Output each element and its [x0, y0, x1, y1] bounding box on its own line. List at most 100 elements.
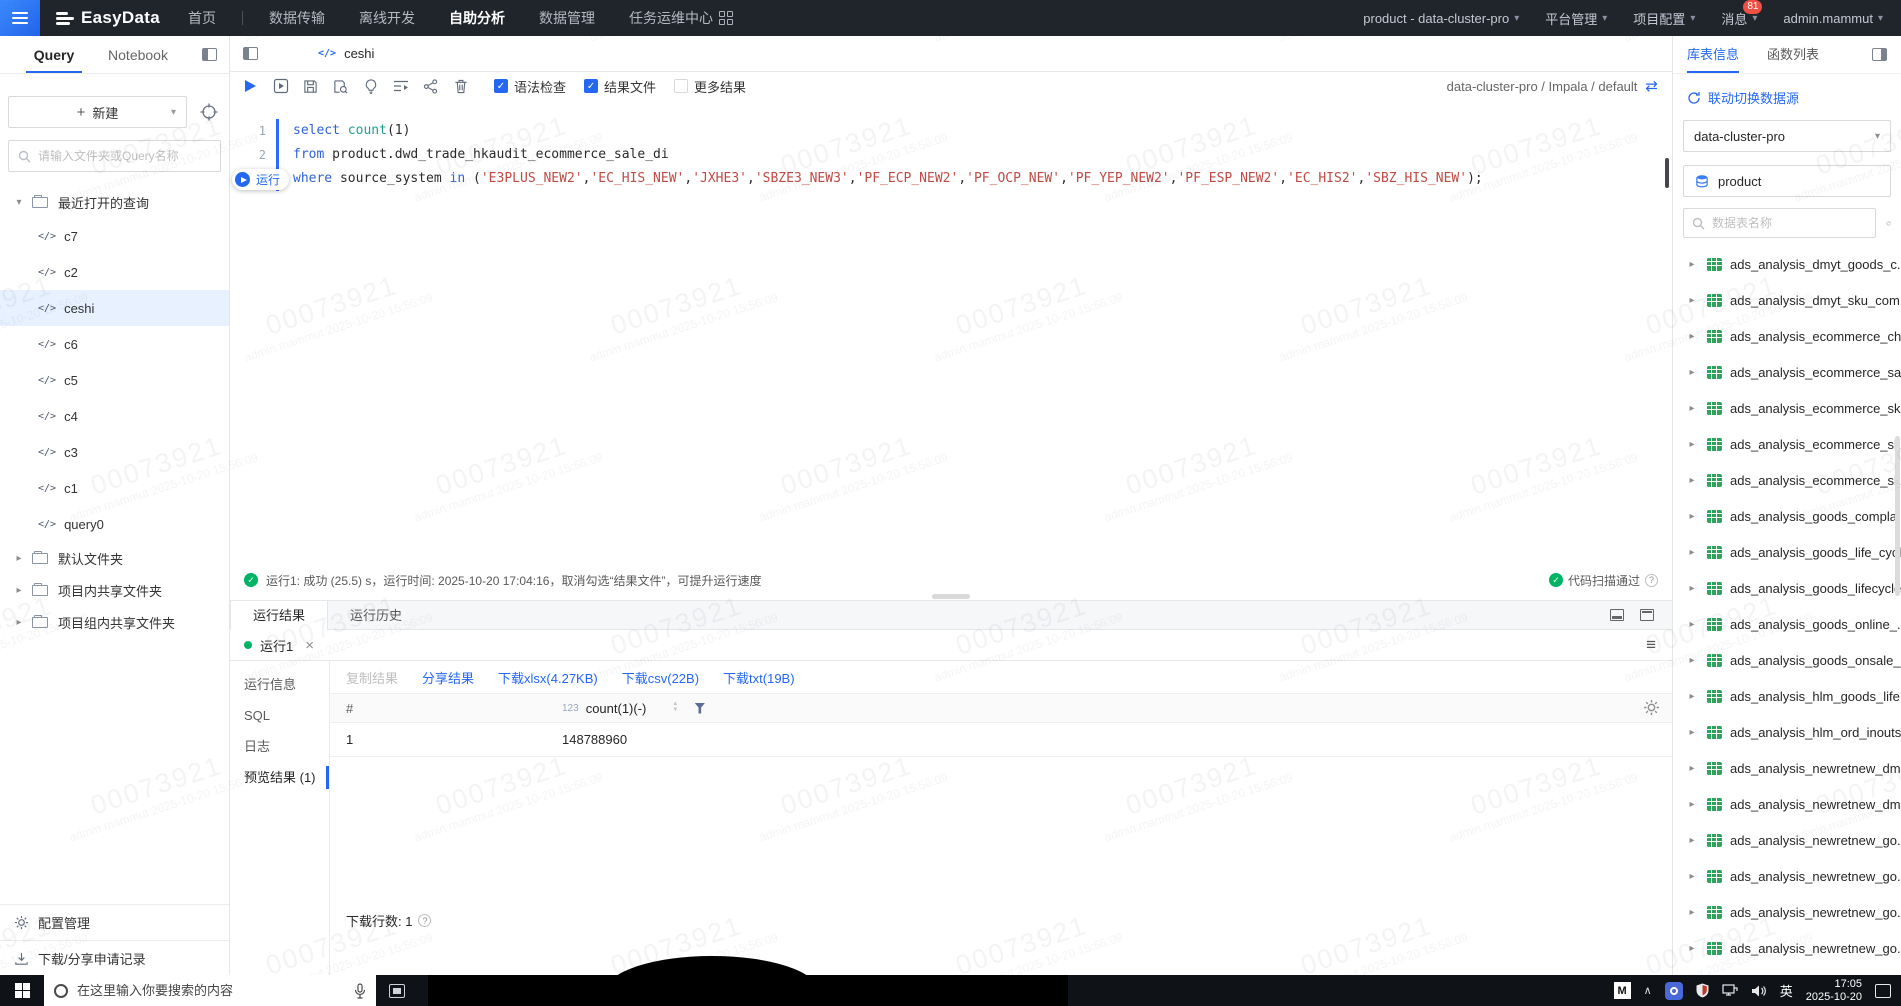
table-settings-gear-icon[interactable] [1643, 699, 1660, 716]
sidebar-folder-item[interactable]: ▸ 项目组内共享文件夹 [0, 606, 229, 638]
topnav-item[interactable]: 数据传输 [269, 8, 325, 28]
results-action-link[interactable]: 下载xlsx(4.27KB) [498, 668, 598, 687]
topnav-item[interactable]: 离线开发 [359, 8, 415, 28]
run-instance-label[interactable]: 运行1 [260, 636, 293, 655]
table-list-item[interactable]: ▸ ads_analysis_dmyt_sku_com... [1673, 282, 1901, 318]
results-menu-item[interactable]: 日志 [230, 731, 329, 762]
table-list-item[interactable]: ▸ ads_analysis_goods_onsale_... [1673, 642, 1901, 678]
table-list-item[interactable]: ▸ ads_analysis_newretnew_dm... [1673, 786, 1901, 822]
share-icon[interactable] [422, 78, 439, 95]
hint-bulb-icon[interactable] [362, 78, 379, 95]
close-icon[interactable]: × [305, 637, 314, 654]
save-as-icon[interactable] [332, 78, 349, 95]
maximize-panel-icon[interactable] [1640, 609, 1654, 621]
save-icon[interactable] [302, 78, 319, 95]
topnav-item[interactable]: 数据管理 [539, 8, 595, 28]
help-question-icon[interactable]: ? [1645, 573, 1658, 587]
sidebar-file-item[interactable]: </> c7 [0, 218, 229, 254]
table-list-item[interactable]: ▸ ads_analysis_newretnew_go... [1673, 858, 1901, 894]
table-list-item[interactable]: ▸ ads_analysis_goods_complai... [1673, 498, 1901, 534]
taskbar-search[interactable] [44, 975, 376, 1006]
results-action-link[interactable]: 下载csv(22B) [622, 668, 699, 687]
checkbox-unchecked[interactable]: 更多结果 [674, 77, 746, 96]
sidebar-file-item[interactable]: </> c5 [0, 362, 229, 398]
results-action-link[interactable]: 下载txt(19B) [723, 668, 795, 687]
tab-run-history[interactable]: 运行历史 [328, 601, 424, 629]
network-icon[interactable] [1722, 983, 1738, 998]
sort-control[interactable]: ▲ ▼ [672, 701, 678, 714]
editor-scrollbar-thumb[interactable] [1665, 158, 1669, 188]
results-menu-item[interactable]: 运行信息 [230, 669, 329, 700]
minimize-panel-icon[interactable] [1610, 609, 1624, 621]
topnav-item[interactable]: 首页 [188, 8, 216, 28]
results-menu-item[interactable]: 预览结果 (1) [230, 762, 329, 793]
table-list-item[interactable]: ▸ ads_analysis_hlm_goods_life... [1673, 678, 1901, 714]
table-list-item[interactable]: ▸ ads_analysis_dmyt_goods_c... [1673, 246, 1901, 282]
results-action-link[interactable]: 分享结果 [422, 668, 474, 687]
config-management-item[interactable]: 配置管理 [0, 905, 229, 940]
table-list-item[interactable]: ▸ ads_analysis_ecommerce_sk... [1673, 462, 1901, 498]
tab-query[interactable]: Query [12, 36, 96, 73]
checkbox-checked[interactable]: ✓ 语法检查 [494, 77, 566, 96]
tab-function-list[interactable]: 函数列表 [1767, 36, 1819, 73]
platform-menu[interactable]: 平台管理 ▾ [1545, 9, 1607, 28]
hamburger-menu-icon[interactable] [0, 0, 40, 36]
locate-file-icon[interactable] [197, 100, 221, 124]
security-shield-icon[interactable] [1696, 983, 1709, 998]
microphone-icon[interactable] [354, 982, 366, 999]
editor-collapse-icon[interactable] [243, 47, 258, 60]
sidebar-folder-item[interactable]: ▸ 默认文件夹 [0, 542, 229, 574]
task-view-icon[interactable] [389, 983, 405, 998]
run-icon[interactable] [242, 78, 259, 95]
notification-center-icon[interactable] [1875, 983, 1891, 998]
table-list-item[interactable]: ▸ ads_analysis_goods_lifecycle... [1673, 570, 1901, 606]
sidebar-file-item[interactable]: </> ceshi [0, 290, 229, 326]
sidebar-file-item[interactable]: </> c2 [0, 254, 229, 290]
rightbar-collapse-icon[interactable] [1872, 48, 1887, 61]
sql-editor[interactable]: 1 select count(1) 2 from product.dwd_trade_… [230, 100, 1672, 568]
apps-grid-icon[interactable] [718, 11, 733, 25]
results-action-link[interactable]: 复制结果 [346, 668, 398, 687]
table-list-item[interactable]: ▸ ads_analysis_ecommerce_sk... [1673, 426, 1901, 462]
tab-table-info[interactable]: 库表信息 [1687, 36, 1740, 73]
table-list-item[interactable]: ▸ ads_analysis_goods_online_... [1673, 606, 1901, 642]
tab-run-results[interactable]: 运行结果 [230, 601, 329, 630]
sidebar-file-item[interactable]: </> c3 [0, 434, 229, 470]
table-list-item[interactable]: ▸ ads_analysis_ecommerce_sa... [1673, 354, 1901, 390]
m-app-icon[interactable]: M [1613, 982, 1631, 999]
clear-trash-icon[interactable] [452, 78, 469, 95]
speaker-icon[interactable] [1751, 984, 1767, 998]
user-menu[interactable]: admin.mammut ▾ [1783, 11, 1883, 26]
table-list-item[interactable]: ▸ ads_analysis_goods_life_cycl... [1673, 534, 1901, 570]
table-list-item[interactable]: ▸ ads_analysis_newretnew_dm... [1673, 750, 1901, 786]
table-list-item[interactable]: ▸ ads_analysis_newretnew_go... [1673, 930, 1901, 966]
tab-notebook[interactable]: Notebook [96, 36, 180, 73]
database-field[interactable]: product [1683, 165, 1891, 197]
cluster-select[interactable]: data-cluster-pro ▾ [1683, 120, 1891, 152]
sidebar-file-item[interactable]: </> c6 [0, 326, 229, 362]
sidebar-file-item[interactable]: </> query0 [0, 506, 229, 542]
topnav-item[interactable]: 任务运维中心 [629, 8, 713, 28]
list-menu-icon[interactable]: ≡ [1646, 635, 1656, 655]
table-list-item[interactable]: ▸ ads_analysis_newretnew_go... [1673, 894, 1901, 930]
filter-funnel-icon[interactable] [694, 702, 706, 714]
table-list-item[interactable]: ▸ ads_analysis_ecommerce_sk... [1673, 390, 1901, 426]
topnav-item[interactable]: 自助分析 [449, 8, 505, 28]
checkbox-checked[interactable]: ✓ 结果文件 [584, 77, 656, 96]
table-search-input[interactable] [1712, 216, 1867, 230]
sidebar-search-input[interactable] [38, 149, 211, 163]
taskbar-search-input[interactable] [77, 983, 345, 998]
recent-queries-folder[interactable]: ▾ 最近打开的查询 [0, 186, 229, 218]
help-question-icon[interactable]: ? [418, 914, 432, 927]
sidebar-file-item[interactable]: </> c4 [0, 398, 229, 434]
new-query-button[interactable]: + 新建 ▾ [8, 96, 187, 128]
datasource-context[interactable]: data-cluster-pro / Impala / default ⇄ [1447, 77, 1658, 95]
checkbox-box[interactable]: ✓ [584, 79, 599, 93]
table-list-item[interactable]: ▸ ads_analysis_ecommerce_ch... [1673, 318, 1901, 354]
results-menu-item[interactable]: SQL [230, 700, 329, 731]
table-list-item[interactable]: ▸ ads_analysis_newretnew_go... [1673, 822, 1901, 858]
document-tab-ceshi[interactable]: </> ceshi [314, 36, 378, 71]
splitter-handle[interactable] [932, 594, 970, 599]
messages-menu[interactable]: 消息 ▾ 81 [1721, 0, 1763, 28]
switch-datasource-link[interactable]: 联动切换数据源 [1687, 88, 1901, 107]
